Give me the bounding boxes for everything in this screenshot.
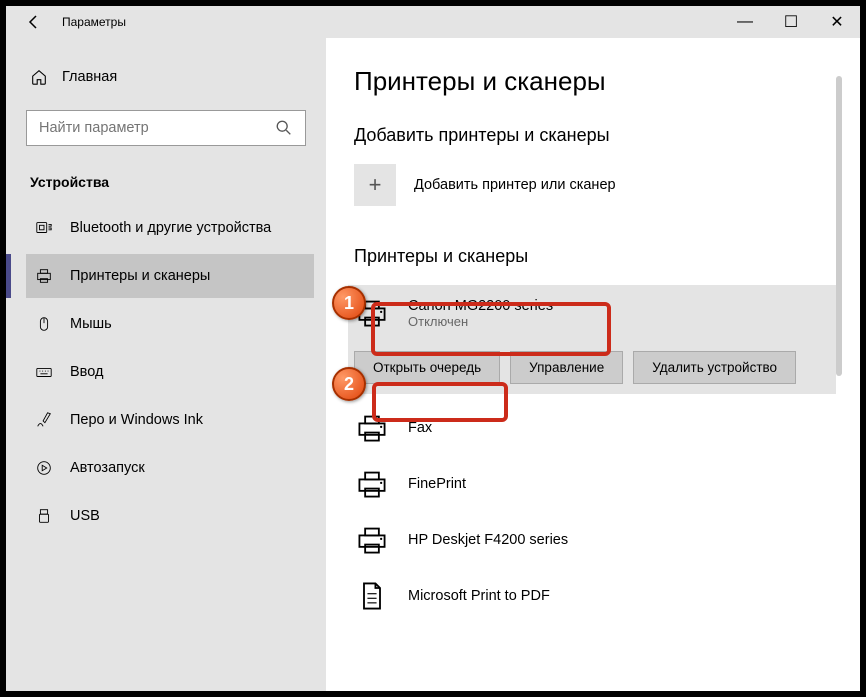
printer-name: FinePrint xyxy=(408,476,466,492)
sidebar: Главная Устройства Bluetooth и другие ус… xyxy=(6,38,326,691)
add-printer-label: Добавить принтер или сканер xyxy=(414,177,616,193)
printer-icon xyxy=(354,410,390,446)
sidebar-item-autoplay[interactable]: Автозапуск xyxy=(26,446,314,490)
sidebar-item-pen[interactable]: Перо и Windows Ink xyxy=(26,398,314,442)
keyboard-icon xyxy=(34,362,54,382)
sidebar-item-label: Bluetooth и другие устройства xyxy=(70,220,271,236)
printer-name: Fax xyxy=(408,420,432,436)
section-list-title: Принтеры и сканеры xyxy=(354,246,836,267)
minimize-button[interactable]: — xyxy=(722,6,768,38)
maximize-button[interactable]: ☐ xyxy=(768,6,814,38)
close-button[interactable]: ✕ xyxy=(814,6,860,38)
autoplay-icon xyxy=(34,458,54,478)
sidebar-item-printers[interactable]: Принтеры и сканеры xyxy=(26,254,314,298)
printer-name: Canon MG2200 series xyxy=(408,298,553,314)
printer-item-fineprint[interactable]: FinePrint xyxy=(354,456,836,512)
sidebar-item-label: USB xyxy=(70,508,100,524)
window-title: Параметры xyxy=(62,15,126,29)
back-button[interactable] xyxy=(26,14,42,30)
scrollbar[interactable] xyxy=(836,76,842,376)
page-title: Принтеры и сканеры xyxy=(354,66,836,97)
manage-button[interactable]: Управление xyxy=(510,351,623,384)
mouse-icon xyxy=(34,314,54,334)
printer-name: HP Deskjet F4200 series xyxy=(408,532,568,548)
callout-2: 2 xyxy=(332,367,366,401)
document-icon xyxy=(354,578,390,614)
sidebar-item-label: Перо и Windows Ink xyxy=(70,412,203,428)
search-input[interactable] xyxy=(39,120,275,136)
printer-item-fax[interactable]: Fax xyxy=(354,400,836,456)
pen-icon xyxy=(34,410,54,430)
main-panel: Принтеры и сканеры Добавить принтеры и с… xyxy=(326,38,860,691)
usb-icon xyxy=(34,506,54,526)
add-printer-row[interactable]: + Добавить принтер или сканер xyxy=(354,164,836,206)
printer-name: Microsoft Print to PDF xyxy=(408,588,550,604)
sidebar-item-bluetooth[interactable]: Bluetooth и другие устройства xyxy=(26,206,314,250)
home-icon xyxy=(30,68,48,86)
sidebar-item-usb[interactable]: USB xyxy=(26,494,314,538)
section-add-title: Добавить принтеры и сканеры xyxy=(354,125,836,146)
sidebar-item-mouse[interactable]: Мышь xyxy=(26,302,314,346)
sidebar-item-label: Принтеры и сканеры xyxy=(70,268,210,284)
search-icon xyxy=(275,119,293,137)
nav-home[interactable]: Главная xyxy=(26,58,314,96)
printer-icon xyxy=(34,266,54,286)
sidebar-item-label: Мышь xyxy=(70,316,112,332)
sidebar-item-label: Ввод xyxy=(70,364,103,380)
printer-actions: Открыть очередь Управление Удалить устро… xyxy=(348,341,836,394)
titlebar: Параметры — ☐ ✕ xyxy=(6,6,860,38)
nav-home-label: Главная xyxy=(62,69,117,85)
sidebar-section-label: Устройства xyxy=(26,168,314,196)
plus-icon: + xyxy=(354,164,396,206)
printer-icon xyxy=(354,522,390,558)
printer-icon xyxy=(354,466,390,502)
printer-item-canon[interactable]: Canon MG2200 series Отключен xyxy=(348,285,836,341)
sidebar-item-typing[interactable]: Ввод xyxy=(26,350,314,394)
printer-item-mspdf[interactable]: Microsoft Print to PDF xyxy=(354,568,836,624)
sidebar-item-label: Автозапуск xyxy=(70,460,145,476)
search-box[interactable] xyxy=(26,110,306,146)
printer-item-hp[interactable]: HP Deskjet F4200 series xyxy=(354,512,836,568)
open-queue-button[interactable]: Открыть очередь xyxy=(354,351,500,384)
callout-1: 1 xyxy=(332,286,366,320)
bluetooth-icon xyxy=(34,218,54,238)
printer-status: Отключен xyxy=(408,314,553,329)
remove-device-button[interactable]: Удалить устройство xyxy=(633,351,796,384)
